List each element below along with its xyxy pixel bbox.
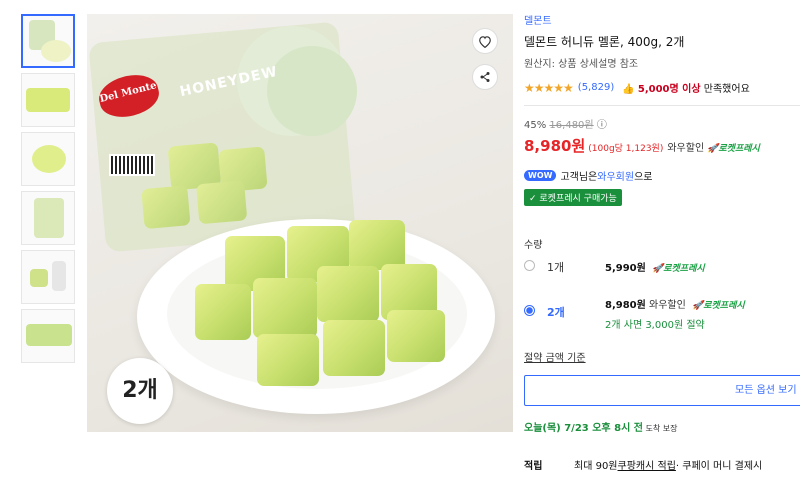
wow-badge: WOW [524, 170, 557, 181]
delivery-info: 오늘(목) 7/23 오후 8시 전 도착 보장 [524, 423, 678, 434]
original-price: 16,480원 [549, 120, 594, 131]
share-icon [480, 72, 490, 82]
thumbnail-1[interactable] [21, 14, 75, 68]
star-icon: ★★★★★ [524, 80, 574, 95]
option-savings: 2개 사면 3,000원 절약 [605, 320, 705, 331]
thumbs-up-icon: 👍 [622, 84, 638, 95]
quantity-option-2[interactable]: 2개 8,980원 와우할인 🚀로켓프레시 2개 사면 3,000원 절약 [524, 296, 800, 331]
melon-cube [195, 284, 251, 340]
wow-discount-label: 와우할인 [667, 143, 705, 154]
origin-text: 원산지: 상품 상세설명 참조 [524, 59, 639, 70]
thumbnail-list [21, 14, 77, 368]
savings-basis-link[interactable]: 절약 금액 기준 [524, 349, 586, 364]
product-title: 델몬트 허니듀 멜론, 400g, 2개 [524, 35, 685, 49]
info-icon[interactable]: ⓘ [597, 120, 607, 131]
thumbnail-2[interactable] [21, 73, 75, 127]
fresh-available-badge: ✓ 로켓프레시 구매가능 [524, 189, 622, 206]
option-wow-label: 와우할인 [649, 300, 686, 311]
melon-cube [317, 266, 379, 322]
melon-cube [387, 310, 445, 362]
points-label: 적립 [524, 461, 543, 472]
rocket-fresh-badge: 🚀로켓프레시 [692, 301, 745, 311]
thumbnail-6[interactable] [21, 309, 75, 363]
share-button[interactable] [472, 64, 498, 90]
radio-button[interactable] [524, 260, 535, 271]
all-options-button[interactable]: 모든 옵션 보기 [524, 375, 800, 406]
option-name: 1개 [547, 261, 565, 274]
sale-price: 8,980원 [524, 137, 586, 155]
quantity-option-1[interactable]: 1개 5,990원 🚀로켓프레시 [524, 259, 800, 275]
satisfaction-text: 👍 5,000명 이상 만족했어요 [622, 84, 750, 95]
wow-member-link[interactable]: 와우회원 [597, 168, 634, 183]
thumbnail-5[interactable] [21, 250, 75, 304]
option-name: 2개 [547, 306, 565, 319]
discount-row: 45% 16,480원 ⓘ [524, 116, 800, 131]
rocket-fresh-badge: 🚀로켓프레시 [707, 144, 760, 154]
option-price: 5,990원 [605, 263, 646, 274]
rating-row: ★★★★★ (5,829) 👍 5,000명 이상 만족했어요 [524, 80, 800, 96]
divider [524, 105, 800, 106]
heart-icon [479, 35, 491, 48]
quantity-badge: 2개 [107, 358, 173, 424]
radio-button-selected[interactable] [524, 305, 535, 316]
barcode [109, 154, 155, 176]
price-row: 8,980원 (100g당 1,123원) 와우할인 🚀로켓프레시 [524, 135, 800, 156]
option-price: 8,980원 [605, 300, 646, 311]
membership-row: WOW 고객님은 와우회원 으로 [524, 168, 800, 183]
discount-rate: 45% [524, 120, 547, 131]
review-count-link[interactable]: (5,829) [578, 82, 614, 93]
brand-link[interactable]: 델몬트 [524, 12, 800, 27]
unit-price: (100g당 1,123원) [588, 144, 664, 154]
rocket-fresh-badge: 🚀로켓프레시 [652, 264, 705, 274]
melon-cube [323, 320, 385, 376]
melon-cube [349, 220, 405, 270]
melon-cube [257, 334, 319, 386]
points-row: 적립 최대 90원 쿠팡캐시 적립 · 쿠페이 머니 결제시 [524, 457, 762, 472]
melon-cube [253, 278, 317, 338]
thumbnail-3[interactable] [21, 132, 75, 186]
thumbnail-4[interactable] [21, 191, 75, 245]
coupang-cash-link[interactable]: 쿠팡캐시 적립 [618, 457, 676, 472]
quantity-label: 수량 [524, 240, 543, 251]
product-info: 델몬트 델몬트 허니듀 멜론, 400g, 2개 원산지: 상품 상세설명 참조… [524, 12, 800, 251]
wishlist-button[interactable] [472, 28, 498, 54]
